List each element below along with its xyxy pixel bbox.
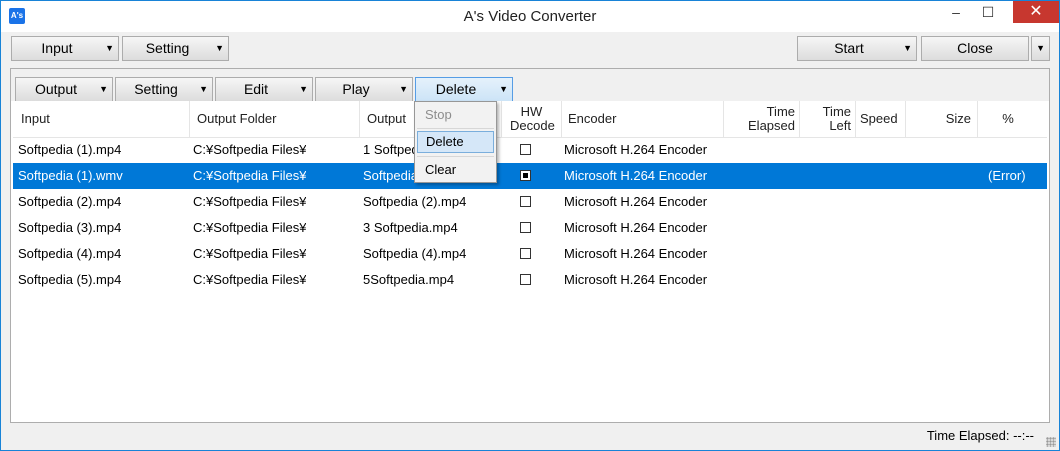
row-output-folder: C:¥Softpedia Files¥ bbox=[193, 246, 307, 261]
start-label: Start bbox=[834, 40, 864, 56]
menu-item-stop: Stop bbox=[425, 107, 452, 122]
row-input: Softpedia (3).mp4 bbox=[18, 220, 122, 235]
job-list[interactable]: Input Output Folder Output HW Decode Enc… bbox=[13, 101, 1047, 421]
menu-item-delete[interactable]: Delete bbox=[417, 131, 494, 153]
row-output-folder: C:¥Softpedia Files¥ bbox=[193, 194, 307, 209]
column-header-size[interactable]: Size bbox=[906, 101, 978, 137]
row-output-folder: C:¥Softpedia Files¥ bbox=[193, 220, 307, 235]
main-window: A's A's Video Converter – ☐ ✕ Input ▼ Se… bbox=[0, 0, 1060, 451]
column-header-hw-decode[interactable]: HW Decode bbox=[502, 101, 562, 137]
table-row[interactable]: Softpedia (2).mp4 C:¥Softpedia Files¥ Soft… bbox=[13, 189, 1047, 215]
chevron-down-icon: ▼ bbox=[105, 43, 114, 53]
output-menu-label: Output bbox=[34, 81, 78, 97]
chevron-down-icon: ▼ bbox=[99, 84, 108, 94]
menu-item-clear[interactable]: Clear bbox=[417, 159, 494, 181]
row-setting-menu-label: Setting bbox=[134, 81, 178, 97]
delete-menu-button[interactable]: Delete ▼ bbox=[415, 77, 513, 102]
chevron-down-icon: ▼ bbox=[399, 84, 408, 94]
window-title: A's Video Converter bbox=[463, 8, 597, 25]
row-input: Softpedia (5).mp4 bbox=[18, 272, 122, 287]
row-input: Softpedia (1).wmv bbox=[18, 168, 123, 183]
row-output-folder: C:¥Softpedia Files¥ bbox=[193, 142, 307, 157]
close-window-button[interactable]: ✕ bbox=[1013, 1, 1059, 23]
row-output: 3 Softpedia.mp4 bbox=[363, 220, 458, 235]
row-encoder: Microsoft H.264 Encoder bbox=[564, 168, 708, 183]
hw-decode-checkbox[interactable] bbox=[520, 274, 531, 285]
row-encoder: Microsoft H.264 Encoder bbox=[564, 194, 708, 209]
input-menu-button[interactable]: Input ▼ bbox=[11, 36, 119, 61]
table-row[interactable]: Softpedia (4).mp4 C:¥Softpedia Files¥ Soft… bbox=[13, 241, 1047, 267]
row-output: Softpedia (2).mp4 bbox=[363, 194, 467, 209]
maximize-button[interactable]: ☐ bbox=[971, 1, 1005, 23]
setting-menu-button[interactable]: Setting ▼ bbox=[122, 36, 229, 61]
input-menu-label: Input bbox=[41, 40, 73, 56]
play-menu-label: Play bbox=[342, 81, 370, 97]
row-percent: (Error) bbox=[988, 168, 1026, 183]
close-label: Close bbox=[957, 40, 993, 56]
row-encoder: Microsoft H.264 Encoder bbox=[564, 220, 708, 235]
chevron-down-icon: ▼ bbox=[215, 43, 224, 53]
row-input: Softpedia (4).mp4 bbox=[18, 246, 122, 261]
hw-decode-checkbox[interactable] bbox=[520, 222, 531, 233]
column-header-time-left[interactable]: Time Left bbox=[800, 101, 856, 137]
title-bar[interactable]: A's A's Video Converter – ☐ ✕ bbox=[1, 1, 1059, 32]
hw-decode-checkbox[interactable] bbox=[520, 248, 531, 259]
column-header-time-elapsed[interactable]: Time Elapsed bbox=[724, 101, 800, 137]
table-row[interactable]: Softpedia (1).mp4 C:¥Softpedia Files¥ 1 So… bbox=[13, 137, 1047, 163]
close-button[interactable]: Close bbox=[921, 36, 1029, 61]
chevron-down-icon: ▼ bbox=[1036, 43, 1045, 53]
menu-separator bbox=[417, 156, 494, 157]
row-output-folder: C:¥Softpedia Files¥ bbox=[193, 168, 307, 183]
hw-decode-checkbox[interactable] bbox=[520, 144, 531, 155]
row-encoder: Microsoft H.264 Encoder bbox=[564, 246, 708, 261]
edit-menu-label: Edit bbox=[243, 81, 269, 97]
chevron-down-icon: ▼ bbox=[299, 84, 308, 94]
row-output: 5Softpedia.mp4 bbox=[363, 272, 455, 287]
row-encoder: Microsoft H.264 Encoder bbox=[564, 142, 708, 157]
column-header-percent[interactable]: % bbox=[978, 101, 1038, 137]
row-output-folder: C:¥Softpedia Files¥ bbox=[193, 272, 307, 287]
status-time-elapsed: Time Elapsed: --:-- bbox=[926, 428, 1034, 443]
table-row[interactable]: Softpedia (3).mp4 C:¥Softpedia Files¥ 3 So… bbox=[13, 215, 1047, 241]
row-input: Softpedia (2).mp4 bbox=[18, 194, 122, 209]
status-bar: Time Elapsed: --:-- bbox=[2, 423, 1058, 449]
row-input: Softpedia (1).mp4 bbox=[18, 142, 122, 157]
delete-menu-label: Delete bbox=[435, 81, 477, 97]
play-menu-button[interactable]: Play ▼ bbox=[315, 77, 413, 102]
minimize-button[interactable]: – bbox=[939, 1, 973, 23]
list-header: Input Output Folder Output HW Decode Enc… bbox=[13, 101, 1047, 138]
row-setting-menu-button[interactable]: Setting ▼ bbox=[115, 77, 213, 102]
chevron-down-icon: ▼ bbox=[499, 84, 508, 94]
setting-menu-label: Setting bbox=[145, 40, 190, 56]
menu-separator bbox=[417, 128, 494, 129]
row-encoder: Microsoft H.264 Encoder bbox=[564, 272, 708, 287]
table-row[interactable]: Softpedia (5).mp4 C:¥Softpedia Files¥ 5Sof… bbox=[13, 267, 1047, 293]
table-row[interactable]: Softpedia (1).wmv C:¥Softpedia Files¥ Soft… bbox=[13, 163, 1047, 189]
close-dropdown-button[interactable]: ▼ bbox=[1031, 36, 1050, 61]
column-header-encoder[interactable]: Encoder bbox=[562, 101, 724, 137]
column-header-output-folder[interactable]: Output Folder bbox=[190, 101, 360, 137]
hw-decode-checkbox[interactable] bbox=[520, 170, 531, 181]
start-button[interactable]: Start ▼ bbox=[797, 36, 917, 61]
chevron-down-icon: ▼ bbox=[199, 84, 208, 94]
chevron-down-icon[interactable]: ▼ bbox=[903, 37, 912, 60]
column-header-input[interactable]: Input bbox=[13, 101, 190, 137]
hw-decode-checkbox[interactable] bbox=[520, 196, 531, 207]
column-header-speed[interactable]: Speed bbox=[856, 101, 906, 137]
output-menu-button[interactable]: Output ▼ bbox=[15, 77, 113, 102]
resize-grip-icon[interactable] bbox=[1046, 437, 1056, 447]
row-output: Softpedia (4).mp4 bbox=[363, 246, 467, 261]
delete-dropdown-menu: Stop Delete Clear bbox=[414, 101, 497, 183]
edit-menu-button[interactable]: Edit ▼ bbox=[215, 77, 313, 102]
